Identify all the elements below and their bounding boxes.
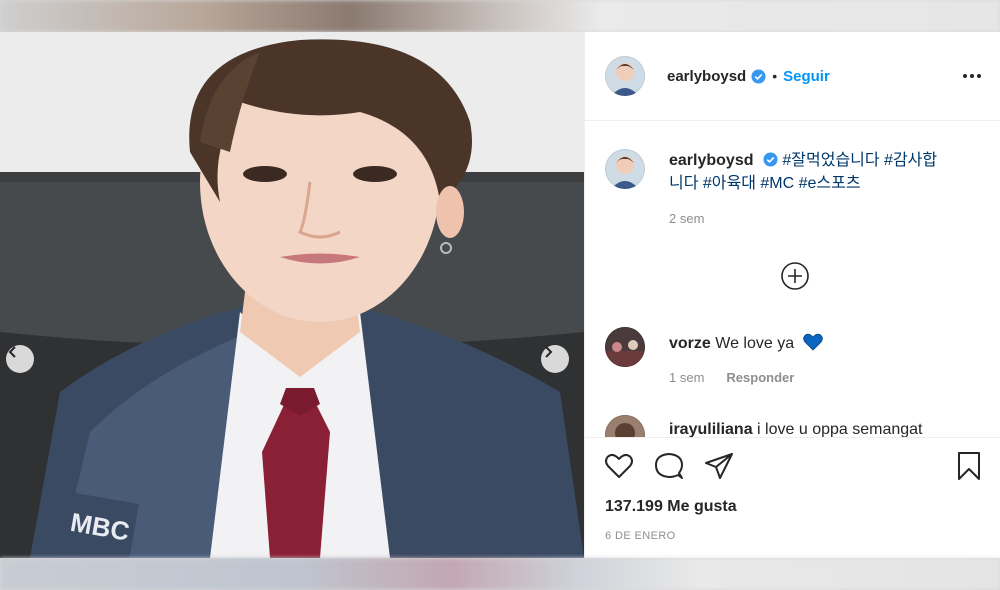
caption-username[interactable]: earlyboysd bbox=[669, 152, 753, 169]
commenter-username[interactable]: vorze bbox=[669, 335, 711, 352]
caption-hashtags-line2[interactable]: 니다 #아육대 #MC #e스포츠 bbox=[669, 175, 861, 192]
caption-text: earlyboysd #잘먹었습니다 #감사합 니다 #아육대 #MC #e스포… bbox=[669, 149, 969, 195]
separator-dot: • bbox=[772, 68, 778, 84]
caption-avatar[interactable] bbox=[605, 149, 645, 189]
commenter-avatar[interactable] bbox=[605, 415, 645, 437]
post-header: earlyboysd • Seguir bbox=[585, 32, 1000, 121]
follow-button[interactable]: Seguir bbox=[783, 68, 830, 85]
commenter-username[interactable]: irayuliliana bbox=[669, 421, 753, 437]
comment-text: irayuliliana i love u oppa semangat bbox=[669, 421, 923, 437]
comment-body: We love ya bbox=[715, 335, 795, 352]
selfie-illustration: MBC bbox=[0, 32, 584, 558]
next-photo-button[interactable] bbox=[541, 345, 569, 373]
blurred-background-bottom bbox=[0, 558, 1000, 590]
previous-photo-button[interactable] bbox=[6, 345, 34, 373]
bookmark-icon[interactable] bbox=[953, 450, 985, 482]
likes-count[interactable]: 137.199 Me gusta bbox=[605, 498, 737, 516]
caption-hashtags-line1[interactable]: #잘먹었습니다 #감사합 bbox=[782, 152, 937, 169]
commenter-avatar[interactable] bbox=[605, 327, 645, 367]
actions-bar: 137.199 Me gusta 6 DE ENERO bbox=[585, 437, 1000, 559]
comment-icon[interactable] bbox=[653, 450, 685, 482]
reply-button[interactable]: Responder bbox=[726, 370, 794, 385]
more-options-icon[interactable] bbox=[963, 66, 983, 86]
verified-badge-icon bbox=[763, 152, 778, 167]
paper-plane-icon[interactable] bbox=[703, 450, 735, 482]
heart-icon[interactable] bbox=[603, 450, 635, 482]
caption-timestamp: 2 sem bbox=[669, 211, 705, 226]
verified-badge-icon bbox=[751, 68, 766, 84]
blurred-background-top bbox=[0, 0, 1000, 32]
comment-timestamp: 1 sem bbox=[669, 370, 705, 385]
post-side-panel: earlyboysd • Seguir earlyboysd #잘먹었습니다 #… bbox=[584, 32, 1000, 558]
blue-heart-emoji-icon bbox=[802, 333, 823, 351]
author-avatar[interactable] bbox=[605, 56, 645, 96]
chevron-right-icon bbox=[545, 346, 553, 358]
comment-meta: 1 sem Responder bbox=[669, 370, 794, 385]
post-photo[interactable]: MBC bbox=[0, 32, 584, 558]
author-username[interactable]: earlyboysd bbox=[667, 68, 746, 85]
plus-circle-icon[interactable] bbox=[780, 261, 810, 291]
comments-section: earlyboysd #잘먹었습니다 #감사합 니다 #아육대 #MC #e스포… bbox=[585, 121, 1000, 437]
comment-text: vorze We love ya bbox=[669, 333, 823, 353]
comment-body: i love u oppa semangat bbox=[757, 421, 923, 437]
chevron-left-icon bbox=[8, 346, 16, 358]
post-date: 6 DE ENERO bbox=[605, 530, 676, 542]
